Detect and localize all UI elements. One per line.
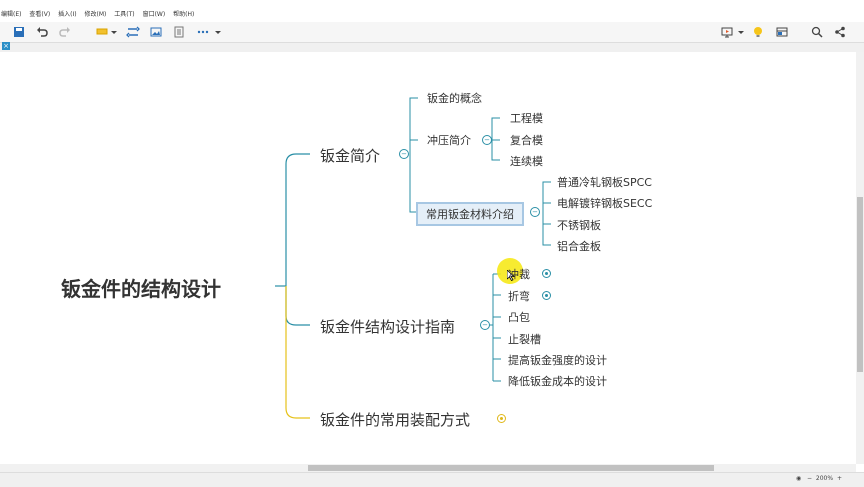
leaf-strength-design[interactable]: 提高钣金强度的设计 xyxy=(508,352,607,368)
present-icon[interactable] xyxy=(720,25,734,39)
close-icon[interactable]: × xyxy=(2,42,10,50)
collapse-icon[interactable]: − xyxy=(530,207,540,217)
picture-icon[interactable] xyxy=(149,25,163,39)
topic-assembly-methods[interactable]: 钣金件的常用装配方式 xyxy=(320,409,470,430)
menu-edit[interactable]: 编辑(E) xyxy=(1,11,21,18)
menu-view[interactable]: 查看(V) xyxy=(29,11,50,18)
vertical-scrollbar[interactable] xyxy=(856,52,864,464)
format-painter-icon[interactable] xyxy=(95,25,109,39)
menu-window[interactable]: 窗口(W) xyxy=(143,11,166,18)
subtopic-stamping[interactable]: 冲压简介 xyxy=(427,132,471,148)
leaf-compound-die[interactable]: 复合模 xyxy=(510,132,543,148)
dropdown-icon[interactable] xyxy=(214,25,222,39)
subtopic-concept[interactable]: 钣金的概念 xyxy=(427,90,482,106)
leaf-emboss[interactable]: 凸包 xyxy=(508,309,530,325)
leaf-spcc[interactable]: 普通冷轧钢板SPCC xyxy=(557,174,652,190)
connector-lines xyxy=(275,97,551,419)
more-icon[interactable] xyxy=(196,25,210,39)
leaf-engineering-die[interactable]: 工程模 xyxy=(510,110,543,126)
mindmap-canvas[interactable]: 钣金件的结构设计 钣金简介 − 钣金的概念 冲压简介 − 工程模 复合模 连续模… xyxy=(0,52,856,464)
search-icon[interactable] xyxy=(810,25,824,39)
relationship-icon[interactable] xyxy=(126,25,140,39)
zoom-out-button[interactable]: − xyxy=(805,475,814,482)
horizontal-scrollbar[interactable] xyxy=(0,464,856,472)
leaf-blanking[interactable]: 冲裁 xyxy=(508,266,530,282)
vertical-scroll-thumb[interactable] xyxy=(857,197,863,372)
central-topic[interactable]: 钣金件的结构设计 xyxy=(61,273,221,302)
horizontal-scroll-thumb[interactable] xyxy=(308,465,714,471)
bulb-icon[interactable] xyxy=(751,25,765,39)
leaf-stainless[interactable]: 不锈钢板 xyxy=(557,217,601,233)
leaf-bending[interactable]: 折弯 xyxy=(508,288,530,304)
undo-icon[interactable] xyxy=(35,25,49,39)
expand-icon[interactable] xyxy=(542,291,551,300)
collapse-icon[interactable]: − xyxy=(482,135,492,145)
leaf-aluminum[interactable]: 铝合金板 xyxy=(557,238,601,254)
save-icon[interactable] xyxy=(12,25,26,39)
toolbar xyxy=(0,22,864,42)
expand-icon[interactable] xyxy=(497,414,506,423)
share-icon[interactable] xyxy=(833,25,847,39)
leaf-secc[interactable]: 电解镀锌钢板SECC xyxy=(557,195,652,211)
menu-bar: 编辑(E) 查看(V) 插入(I) 修改(M) 工具(T) 窗口(W) 帮助(H… xyxy=(0,9,864,21)
leaf-progressive-die[interactable]: 连续模 xyxy=(510,153,543,169)
menu-help[interactable]: 帮助(H) xyxy=(173,11,194,18)
menu-modify[interactable]: 修改(M) xyxy=(85,11,107,18)
outline-icon[interactable] xyxy=(172,25,186,39)
dropdown-icon[interactable] xyxy=(737,25,745,39)
panel-icon[interactable] xyxy=(775,25,789,39)
eye-icon[interactable]: ◉ xyxy=(794,475,803,482)
dropdown-icon[interactable] xyxy=(110,25,118,39)
redo-icon[interactable] xyxy=(58,25,72,39)
zoom-control: ◉ − 200% + xyxy=(794,475,844,482)
leaf-relief-slot[interactable]: 止裂槽 xyxy=(508,331,541,347)
collapse-icon[interactable]: − xyxy=(480,320,490,330)
zoom-in-button[interactable]: + xyxy=(835,475,844,482)
topic-sheet-metal-intro[interactable]: 钣金简介 xyxy=(320,145,380,166)
status-bar: ◉ − 200% + xyxy=(0,472,864,487)
leaf-cost-design[interactable]: 降低钣金成本的设计 xyxy=(508,373,607,389)
expand-icon[interactable] xyxy=(542,269,551,278)
collapse-icon[interactable]: − xyxy=(399,149,409,159)
zoom-level: 200% xyxy=(815,475,834,482)
menu-insert[interactable]: 插入(I) xyxy=(58,11,76,18)
menu-tools[interactable]: 工具(T) xyxy=(114,11,134,18)
subtopic-materials[interactable]: 常用钣金材料介绍 xyxy=(416,202,524,226)
topic-design-guide[interactable]: 钣金件结构设计指南 xyxy=(320,316,455,337)
